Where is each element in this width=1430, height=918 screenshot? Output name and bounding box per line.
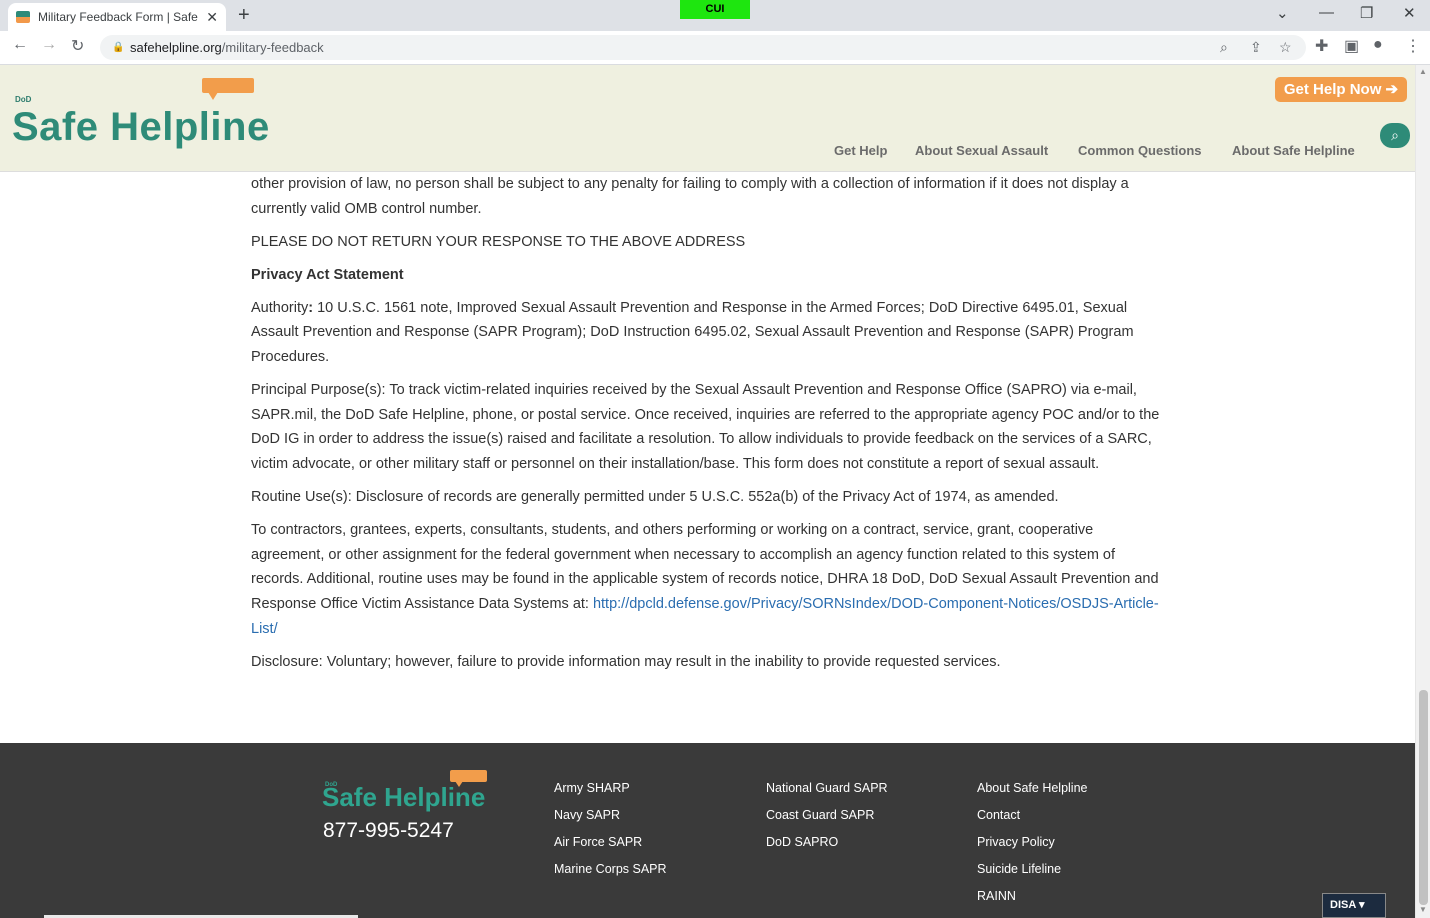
footer-link-marine-corps-sapr[interactable]: Marine Corps SAPR [554, 862, 667, 889]
bookmark-star-icon[interactable]: ☆ [1279, 35, 1292, 60]
disa-dropdown-icon: ▾ [1358, 899, 1365, 911]
get-help-now-button[interactable]: Get Help Now ➔ [1275, 77, 1407, 102]
footer-link-navy-sapr[interactable]: Navy SAPR [554, 808, 667, 835]
footer-link-army-sharp[interactable]: Army SHARP [554, 781, 667, 808]
scroll-up-icon[interactable]: ▲ [1419, 67, 1427, 76]
footer-link-contact[interactable]: Contact [977, 808, 1088, 835]
back-icon[interactable]: ← [12, 36, 28, 54]
site-header: DoD Safe Helpline Get Help Now ➔ ⌕ Get H… [0, 65, 1415, 172]
browser-toolbar: ← → ↻ 🔒 safehelpline.org/military-feedba… [0, 31, 1430, 65]
footer-link-privacy-policy[interactable]: Privacy Policy [977, 835, 1088, 862]
restore-icon[interactable]: ❐ [1360, 4, 1373, 22]
browser-tab[interactable]: Military Feedback Form | Safe he ✕ [8, 3, 226, 31]
disa-badge[interactable]: DISA ▾ [1322, 893, 1386, 918]
logo-name: Safe Helpline [12, 105, 270, 149]
footer-link-suicide-lifeline[interactable]: Suicide Lifeline [977, 862, 1088, 889]
authority-text: 10 U.S.C. 1561 note, Improved Sexual Ass… [251, 299, 1134, 366]
url-host: safehelpline.org [130, 40, 222, 55]
footer-col-branches: Army SHARP Navy SAPR Air Force SAPR Mari… [554, 781, 667, 889]
zoom-icon[interactable]: ⌕ [1220, 35, 1228, 60]
address-bar[interactable]: 🔒 safehelpline.org/military-feedback ⌕ ⇪… [100, 35, 1306, 60]
footer-logo-name: Safe Helpline [322, 782, 486, 812]
footer-link-national-guard-sapr[interactable]: National Guard SAPR [766, 781, 888, 808]
footer-link-rainn[interactable]: RAINN [977, 889, 1088, 916]
browser-tabbar: Military Feedback Form | Safe he ✕ + CUI… [0, 0, 1430, 31]
nav-about-safe-helpline[interactable]: About Safe Helpline [1232, 143, 1355, 158]
footer-logo[interactable]: DoD Safe Helpline [322, 768, 497, 813]
footer-link-dod-sapro[interactable]: DoD SAPRO [766, 835, 888, 862]
authority-paragraph: Authority: 10 U.S.C. 1561 note, Improved… [251, 299, 1134, 366]
site-logo[interactable]: DoD Safe Helpline [12, 75, 269, 150]
disa-label: DISA [1330, 899, 1356, 911]
footer-col-info: About Safe Helpline Contact Privacy Poli… [977, 781, 1088, 916]
cui-badge: CUI [680, 0, 750, 19]
share-icon[interactable]: ⇪ [1250, 35, 1262, 60]
authority-label: Authority [251, 299, 309, 316]
footer-link-coast-guard-sapr[interactable]: Coast Guard SAPR [766, 808, 888, 835]
nav-get-help[interactable]: Get Help [834, 143, 887, 158]
profile-avatar-icon[interactable]: ● [1373, 36, 1383, 54]
routine-use-paragraph: Routine Use(s): Disclosure of records ar… [251, 489, 1059, 506]
footer-link-air-force-sapr[interactable]: Air Force SAPR [554, 835, 667, 862]
footer-col-agencies: National Guard SAPR Coast Guard SAPR DoD… [766, 781, 888, 862]
new-tab-icon[interactable]: + [238, 4, 250, 27]
disclosure-paragraph: Disclosure: Voluntary; however, failure … [251, 653, 1001, 670]
scroll-thumb[interactable] [1419, 690, 1428, 905]
logo-bubble-icon [202, 78, 254, 100]
reload-icon[interactable]: ↻ [71, 36, 84, 56]
privacy-act-heading: Privacy Act Statement [251, 266, 404, 283]
page-scrollbar[interactable]: ▲ ▼ [1415, 65, 1430, 918]
tab-title: Military Feedback Form | Safe he [38, 10, 201, 24]
close-tab-icon[interactable]: ✕ [206, 9, 218, 26]
minimize-icon[interactable]: — [1319, 4, 1334, 21]
footer-link-about[interactable]: About Safe Helpline [977, 781, 1088, 808]
main-content: other provision of law, no person shall … [251, 172, 1166, 683]
lock-icon: 🔒 [112, 42, 125, 53]
site-footer: DoD Safe Helpline 877-995-5247 Army SHAR… [0, 743, 1415, 918]
extensions-icon[interactable]: ✚ [1315, 36, 1328, 56]
url-path: /military-feedback [221, 40, 324, 55]
favicon-icon [16, 11, 30, 23]
logo-dod: DoD [15, 95, 32, 104]
footer-phone[interactable]: 877-995-5247 [323, 819, 454, 843]
nav-about-sexual-assault[interactable]: About Sexual Assault [915, 143, 1048, 158]
return-notice: PLEASE DO NOT RETURN YOUR RESPONSE TO TH… [251, 233, 746, 250]
tab-search-icon[interactable]: ⌄ [1276, 4, 1289, 22]
footer-logo-bubble-icon [450, 770, 487, 787]
nav-common-questions[interactable]: Common Questions [1078, 143, 1202, 158]
close-window-icon[interactable]: ✕ [1403, 4, 1416, 22]
purpose-paragraph: Principal Purpose(s): To track victim-re… [251, 382, 1160, 472]
menu-kebab-icon[interactable]: ⋮ [1405, 36, 1421, 56]
omb-notice: other provision of law, no person shall … [251, 176, 1129, 217]
side-panel-icon[interactable]: ▣ [1344, 36, 1359, 56]
scroll-down-icon[interactable]: ▼ [1419, 905, 1427, 914]
search-icon[interactable]: ⌕ [1380, 123, 1410, 148]
forward-icon[interactable]: → [41, 36, 57, 54]
contractors-paragraph: To contractors, grantees, experts, consu… [251, 518, 1166, 641]
